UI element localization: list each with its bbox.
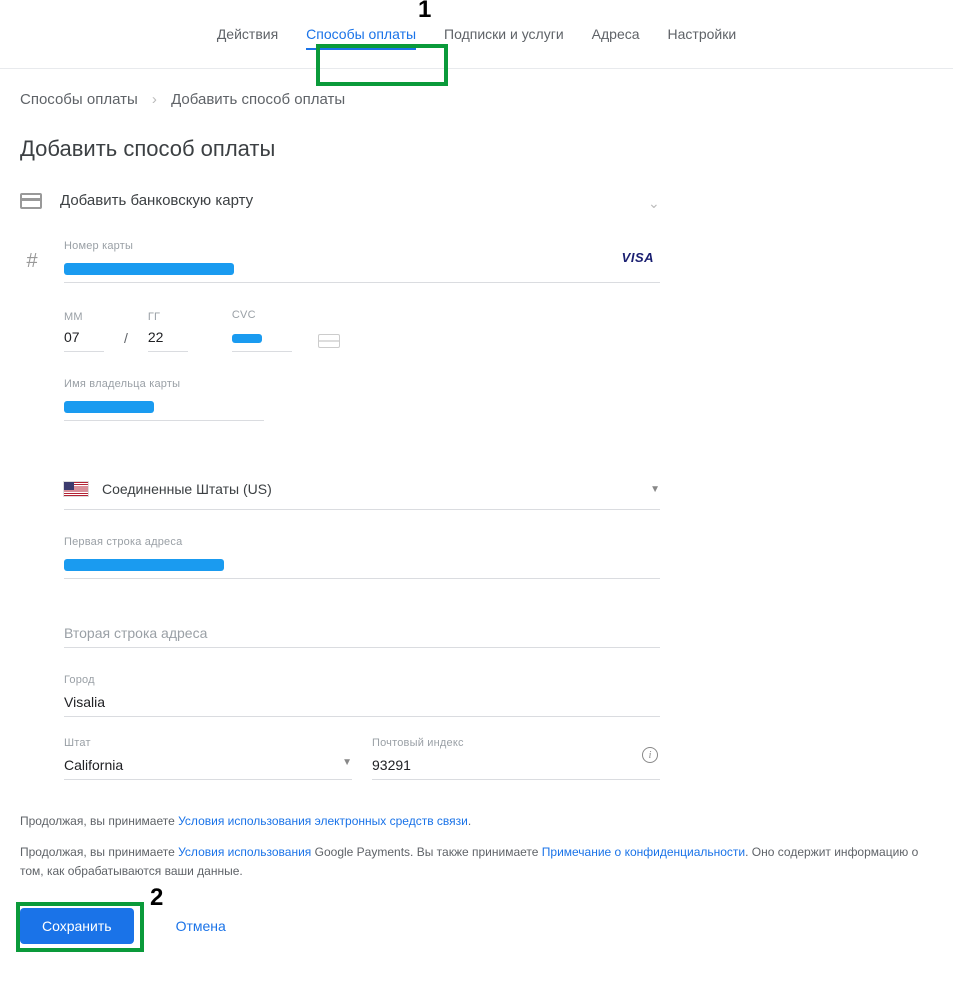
address2-input[interactable]: Вторая строка адреса: [64, 621, 660, 648]
breadcrumb-parent[interactable]: Способы оплаты: [20, 91, 138, 108]
cancel-button[interactable]: Отмена: [176, 918, 226, 934]
breadcrumb-current: Добавить способ оплаты: [171, 91, 345, 108]
address1-label: Первая строка адреса: [64, 536, 660, 548]
card-number-label: Номер карты: [64, 240, 660, 252]
postal-label: Почтовый индекс: [372, 737, 660, 749]
add-card-label: Добавить банковскую карту: [60, 192, 648, 209]
us-flag-icon: [64, 482, 88, 496]
nav-actions[interactable]: Действия: [217, 22, 278, 50]
save-button[interactable]: Сохранить: [20, 908, 134, 944]
date-separator: /: [124, 330, 128, 352]
cvc-help-icon: [318, 334, 340, 348]
terms-link-2[interactable]: Условия использования: [178, 845, 311, 859]
breadcrumb: Способы оплаты › Добавить способ оплаты: [20, 91, 933, 108]
hash-icon: #: [20, 250, 44, 273]
city-label: Город: [64, 674, 660, 686]
address1-input[interactable]: [64, 552, 660, 579]
mm-label: ММ: [64, 311, 104, 323]
yy-label: ГГ: [148, 311, 188, 323]
top-nav: Действия Способы оплаты Подписки и услуг…: [0, 0, 953, 69]
terms-link-1[interactable]: Условия использования электронных средст…: [178, 814, 468, 828]
mm-input[interactable]: 07: [64, 325, 104, 352]
card-number-input[interactable]: [64, 256, 660, 283]
state-select[interactable]: California ▼: [64, 753, 352, 780]
country-value: Соединенные Штаты (US): [102, 481, 650, 497]
card-icon: [20, 193, 42, 209]
nav-addresses[interactable]: Адреса: [592, 22, 640, 50]
chevron-down-icon: ⌄: [648, 195, 660, 207]
state-label: Штат: [64, 737, 352, 749]
postal-input[interactable]: 93291: [372, 753, 660, 780]
yy-input[interactable]: 22: [148, 325, 188, 352]
cvc-label: CVC: [232, 309, 292, 321]
page-title: Добавить способ оплаты: [20, 136, 933, 162]
cardholder-name-input[interactable]: [64, 394, 264, 421]
state-caret-icon: ▼: [342, 757, 352, 768]
dropdown-caret-icon: ▼: [650, 484, 660, 495]
nav-subscriptions[interactable]: Подписки и услуги: [444, 22, 564, 50]
cvc-input[interactable]: [232, 325, 292, 352]
nav-settings[interactable]: Настройки: [668, 22, 737, 50]
annotation-2: 2: [150, 884, 163, 912]
cardholder-name-label: Имя владельца карты: [64, 378, 660, 390]
add-card-toggle[interactable]: Добавить банковскую карту ⌄: [20, 184, 660, 224]
card-brand-badge: VISA: [622, 250, 654, 265]
info-icon[interactable]: i: [642, 747, 658, 763]
city-input[interactable]: Visalia: [64, 690, 660, 717]
nav-payment-methods[interactable]: Способы оплаты: [306, 22, 416, 50]
privacy-link[interactable]: Примечание о конфиденциальности: [542, 845, 745, 859]
country-select[interactable]: Соединенные Штаты (US) ▼: [64, 469, 660, 510]
breadcrumb-separator: ›: [152, 91, 157, 108]
terms-text: Продолжая, вы принимаете Условия использ…: [20, 812, 933, 882]
